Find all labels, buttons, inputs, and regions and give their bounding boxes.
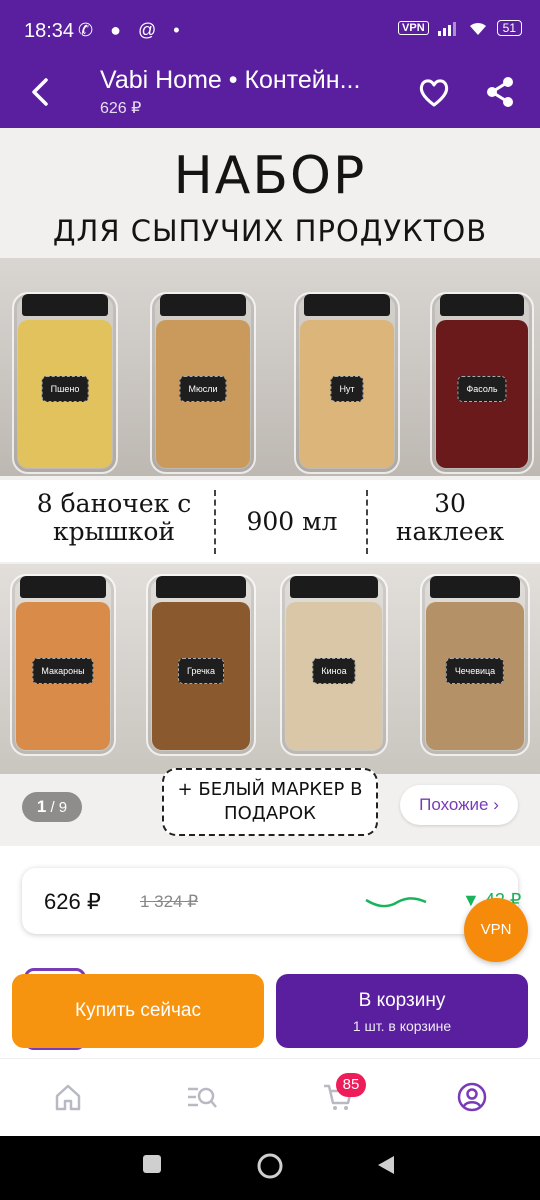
system-back-icon[interactable]: [376, 1154, 396, 1176]
jar-muesli: Мюсли: [150, 292, 256, 474]
share-icon[interactable]: [480, 72, 520, 112]
image-counter-current: 1: [36, 797, 47, 816]
image-counter-total: / 9: [50, 799, 68, 816]
vpn-floating-button[interactable]: VPN: [464, 898, 528, 962]
status-right: VPN 51: [398, 20, 522, 36]
system-navigation-bar: [0, 1136, 540, 1200]
back-arrow-icon[interactable]: [20, 70, 60, 114]
jar-lentils: Чечевица: [420, 574, 530, 756]
product-image-gallery[interactable]: НАБОР ДЛЯ СЫПУЧИХ ПРОДУКТОВ Пшено Мюсли …: [0, 128, 540, 846]
old-price: 1 324 ₽: [140, 892, 199, 911]
feature-jars: 8 баночек с крышкой: [36, 489, 192, 546]
feature-volume: 900 мл: [246, 507, 338, 536]
feature-stickers: 30 наклеек: [395, 489, 505, 546]
image-counter: 1 / 9: [22, 792, 82, 822]
jar-chickpea: Нут: [294, 292, 400, 474]
jar-label: Фасоль: [457, 375, 507, 402]
jar-buckwheat: Гречка: [146, 574, 256, 756]
current-price: 626 ₽: [44, 889, 101, 914]
feature-divider: [366, 490, 368, 554]
add-to-cart-label: В корзину: [358, 990, 446, 1011]
image-heading: НАБОР: [173, 146, 367, 206]
buy-now-button[interactable]: Купить сейчас: [12, 974, 264, 1048]
vpn-indicator: VPN: [398, 21, 429, 35]
features-row: 8 баночек с крышкой 900 мл 30 наклеек: [0, 480, 540, 562]
jar-beans: Фасоль: [430, 292, 534, 474]
favorite-heart-icon[interactable]: [414, 72, 454, 112]
jar-millet: Пшено: [12, 292, 118, 474]
jar-label: Мюсли: [179, 375, 227, 402]
jar-label: Чечевица: [445, 657, 505, 684]
catalog-search-icon[interactable]: [186, 1081, 218, 1113]
recent-apps-icon[interactable]: [142, 1154, 162, 1174]
jar-label: Нут: [330, 375, 364, 402]
gift-marker-badge: + БЕЛЫЙ МАРКЕР В ПОДАРОК: [162, 768, 378, 836]
home-icon[interactable]: [52, 1081, 84, 1113]
status-bar: 18:34 ✆ ● @ • VPN 51: [0, 0, 540, 62]
profile-icon[interactable]: [456, 1081, 488, 1113]
status-time: 18:34: [24, 20, 75, 42]
battery-icon: 51: [496, 20, 522, 36]
price-card[interactable]: 626 ₽ 1 324 ₽ ▼ 42 ₽: [22, 868, 521, 934]
feature-divider: [214, 490, 216, 554]
jar-pasta: Макароны: [10, 574, 116, 756]
price-trend-icon: [365, 897, 427, 908]
cart-count-badge: 85: [336, 1073, 366, 1097]
jar-label: Макароны: [32, 657, 94, 684]
header-price: 626 ₽: [100, 100, 142, 117]
wifi-icon: [469, 22, 486, 35]
product-title: Vabi Home • Контейн...: [100, 66, 361, 94]
image-subheading: ДЛЯ СЫПУЧИХ ПРОДУКТОВ: [52, 214, 488, 248]
bottom-navigation: 85: [0, 1058, 540, 1136]
similar-products-button[interactable]: Похожие ›: [400, 785, 518, 825]
jar-label: Киноа: [312, 657, 356, 684]
app-header: Vabi Home • Контейн... 626 ₽: [0, 62, 540, 128]
jar-label: Гречка: [178, 657, 224, 684]
system-home-icon[interactable]: [256, 1152, 284, 1180]
notification-icons: ✆ ● @ •: [78, 20, 186, 40]
add-to-cart-button[interactable]: В корзину 1 шт. в корзине: [276, 974, 528, 1048]
jar-quinoa: Киноа: [280, 574, 388, 756]
jar-label: Пшено: [41, 375, 89, 402]
signal-icon: [437, 22, 456, 36]
cart-quantity-label: 1 шт. в корзине: [352, 1018, 452, 1034]
